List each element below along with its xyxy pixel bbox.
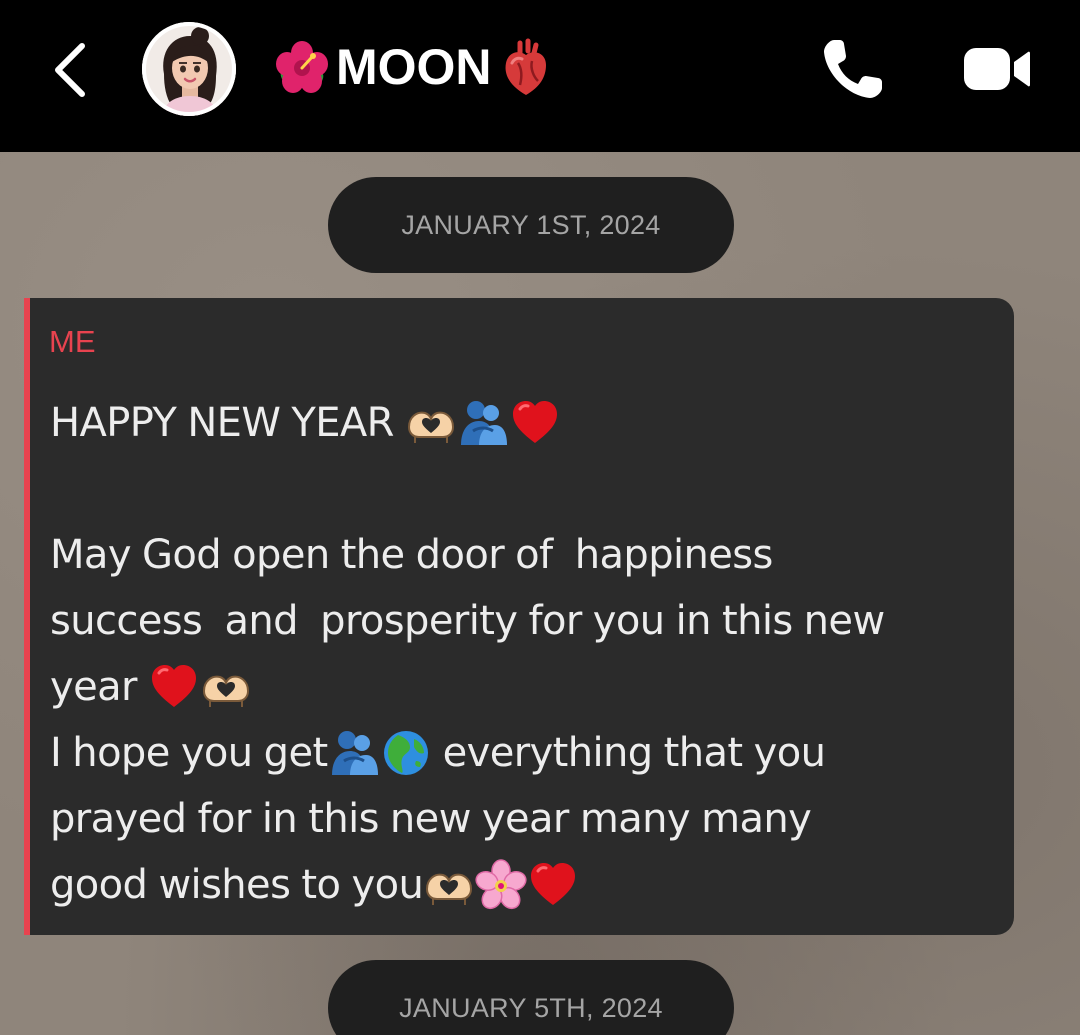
globe-africa-icon [380, 727, 432, 779]
message-text: everything that you [431, 730, 826, 776]
message-body[interactable]: HAPPY NEW YEAR May God open the door of … [50, 390, 1000, 918]
message-line: success and prosperity for you in this n… [50, 598, 885, 644]
contact-name: MOON [336, 39, 492, 95]
cherry-blossom-icon [475, 859, 527, 911]
back-button[interactable] [44, 36, 100, 102]
heart-hands-icon [405, 397, 457, 449]
message-sender: ME [49, 324, 96, 359]
video-camera-icon [964, 48, 1030, 90]
people-hugging-icon [457, 397, 509, 449]
message-line: prayed for in this new year many many [50, 796, 812, 842]
message-line: year [50, 654, 1000, 720]
contact-avatar[interactable] [142, 22, 236, 116]
hibiscus-icon [276, 41, 328, 93]
red-heart-icon [148, 661, 200, 713]
avatar-icon [142, 22, 236, 116]
date-separator: JANUARY 5TH, 2024 [328, 960, 734, 1035]
message-line: I hope you get everything that you [50, 720, 1000, 786]
message-line: HAPPY NEW YEAR [50, 390, 1000, 456]
message-text: I hope you get [50, 730, 328, 776]
message-line: May God open the door of happiness [50, 532, 773, 578]
message-text: HAPPY NEW YEAR [50, 400, 394, 446]
heart-hands-icon [423, 859, 475, 911]
people-hugging-icon [328, 727, 380, 779]
message-accent-bar [24, 298, 30, 935]
chevron-left-icon [55, 43, 85, 97]
red-heart-icon [509, 397, 561, 449]
chat-area[interactable]: JANUARY 1ST, 2024 ME HAPPY NEW YEAR May … [0, 152, 1080, 1035]
anatomical-heart-icon [505, 38, 546, 95]
video-call-button[interactable] [962, 44, 1032, 94]
message-line: good wishes to you [50, 852, 1000, 918]
contact-title[interactable]: MOON [272, 34, 556, 100]
date-separator: JANUARY 1ST, 2024 [328, 177, 734, 273]
message-bubble[interactable]: ME HAPPY NEW YEAR May God open the door … [24, 298, 1014, 935]
message-text: year [50, 664, 137, 710]
voice-call-button[interactable] [818, 36, 886, 104]
heart-hands-icon [200, 661, 252, 713]
message-text: good wishes to you [50, 862, 424, 908]
chat-header: MOON [0, 0, 1080, 152]
red-heart-icon [527, 859, 579, 911]
phone-icon [824, 40, 882, 98]
